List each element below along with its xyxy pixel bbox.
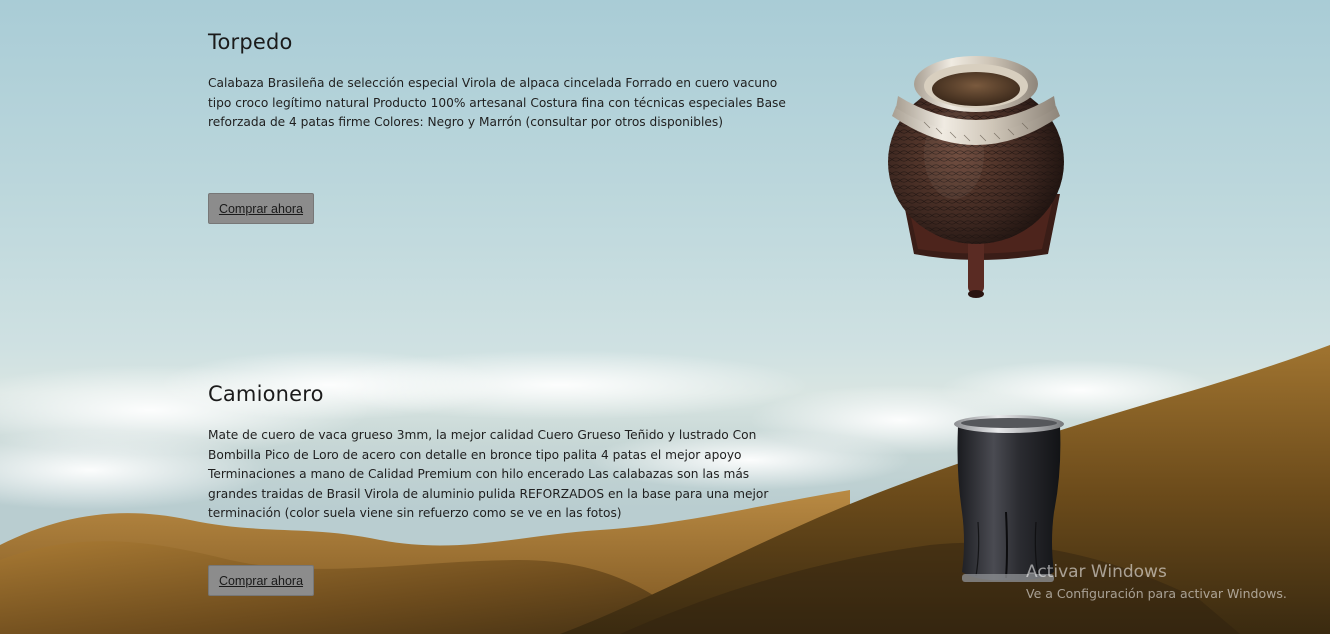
buy-now-button[interactable]: Comprar ahora	[208, 565, 314, 596]
product-title: Camionero	[208, 382, 324, 406]
product-description: Mate de cuero de vaca grueso 3mm, la mej…	[208, 428, 769, 520]
watermark-subtitle: Ve a Configuración para activar Windows.	[1026, 586, 1287, 601]
page: Torpedo Calabaza Brasileña de selección …	[0, 0, 1330, 634]
product-description: Calabaza Brasileña de selección especial…	[208, 76, 786, 129]
product-camionero: Camionero Mate de cuero de vaca grueso 3…	[208, 382, 798, 596]
product-title: Torpedo	[208, 30, 293, 54]
torpedo-mate-image	[888, 56, 1064, 298]
product-torpedo: Torpedo Calabaza Brasileña de selección …	[208, 30, 798, 224]
watermark-title: Activar Windows	[1026, 562, 1167, 582]
windows-activation-watermark: Activar Windows Ve a Configuración para …	[1026, 562, 1287, 601]
buy-now-button[interactable]: Comprar ahora	[208, 193, 314, 224]
